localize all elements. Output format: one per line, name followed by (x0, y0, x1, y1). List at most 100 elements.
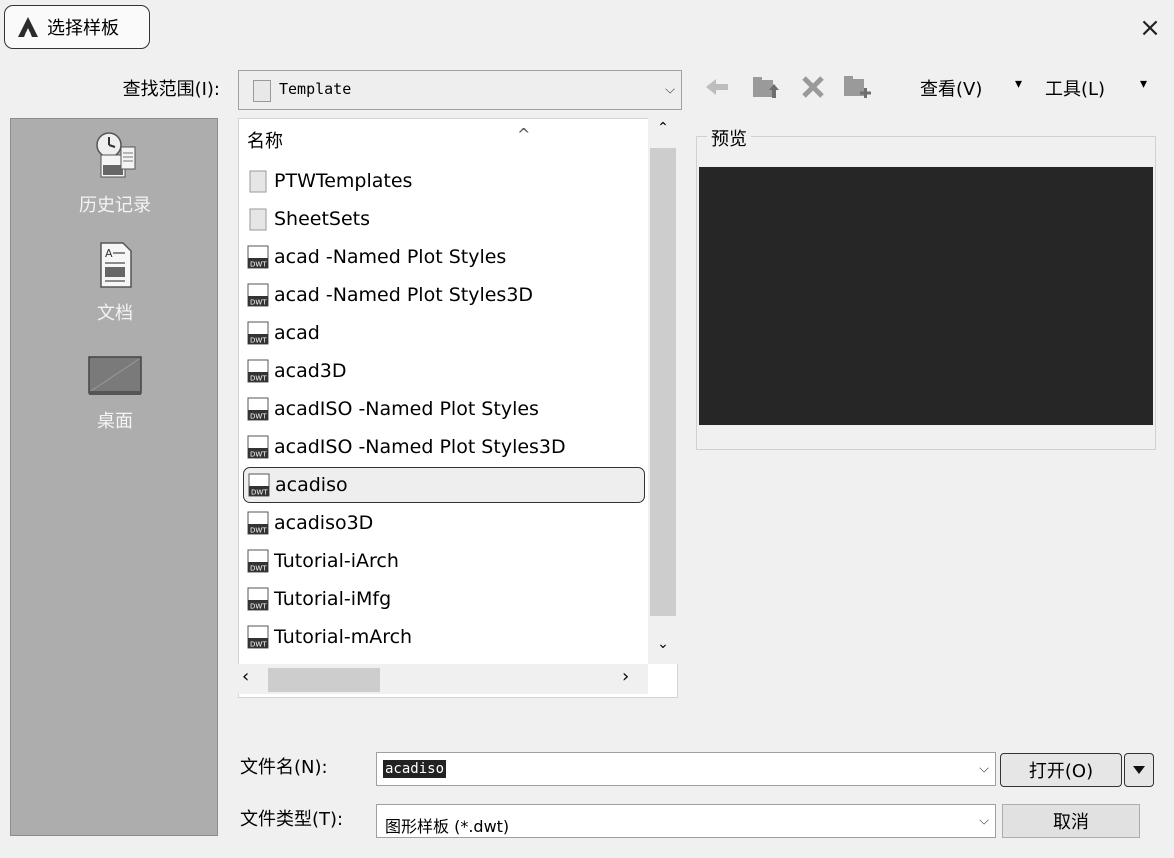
look-in-value: Template (279, 80, 352, 98)
sort-ascending-icon: ^ (517, 125, 531, 144)
preview-label: 预览 (707, 125, 751, 151)
filename-value: acadiso (383, 760, 447, 778)
scroll-right-icon[interactable]: › (622, 666, 646, 687)
place-documents[interactable]: A 文档 (11, 241, 219, 325)
file-name: acadISO -Named Plot Styles3D (274, 436, 566, 458)
filename-input[interactable]: acadiso ⌵ (376, 752, 996, 786)
svg-text:DWT: DWT (250, 413, 267, 421)
scroll-down-icon[interactable]: ⌄ (648, 636, 678, 662)
dwt-file-icon: DWT (247, 397, 269, 421)
list-item[interactable]: SheetSets (247, 201, 643, 237)
file-name: acadiso3D (274, 512, 374, 534)
chevron-down-icon: ⌵ (979, 813, 989, 829)
tools-menu-arrow[interactable]: ▾ (1140, 76, 1147, 92)
open-button[interactable]: 打开(O) (1000, 753, 1122, 787)
file-list[interactable]: 名称 ^ PTWTemplates SheetSets DWT acad -Na… (238, 118, 678, 698)
horizontal-scrollbar[interactable]: ‹ › (238, 664, 648, 694)
svg-text:DWT: DWT (250, 375, 267, 383)
list-item[interactable]: PTWTemplates (247, 163, 643, 199)
preview-image (699, 167, 1153, 425)
view-menu[interactable]: 查看(V) (920, 75, 982, 101)
autocad-logo-icon (18, 17, 38, 37)
folder-icon (253, 80, 271, 102)
file-name: PTWTemplates (274, 170, 413, 192)
dwt-file-icon: DWT (247, 359, 269, 383)
place-label: 桌面 (97, 411, 133, 432)
list-item[interactable]: DWT Tutorial-iMfg (247, 581, 643, 617)
places-bar: 历史记录 A 文档 桌面 (10, 118, 218, 836)
dwt-file-icon: DWT (247, 549, 269, 573)
list-item-selected[interactable]: DWT acadiso (243, 467, 645, 503)
delete-icon[interactable] (796, 70, 830, 104)
tools-menu[interactable]: 工具(L) (1045, 75, 1105, 101)
new-folder-icon[interactable] (840, 70, 874, 104)
file-name: acad -Named Plot Styles (274, 246, 507, 268)
file-name: acadiso (275, 474, 348, 496)
scroll-left-icon[interactable]: ‹ (242, 666, 266, 687)
column-header-name[interactable]: 名称 ^ (247, 125, 530, 153)
svg-text:DWT: DWT (250, 527, 267, 535)
open-dropdown-button[interactable] (1124, 753, 1154, 787)
file-name: Tutorial-mArch (274, 626, 413, 648)
horizontal-scroll-thumb[interactable] (268, 668, 380, 692)
desktop-icon (88, 356, 142, 395)
up-folder-icon[interactable] (748, 70, 782, 104)
look-in-label: 查找范围(I): (122, 79, 220, 100)
filetype-label: 文件类型(T): (240, 809, 344, 830)
dwt-file-icon: DWT (247, 587, 269, 611)
scroll-up-icon[interactable]: ⌃ (648, 120, 678, 146)
vertical-scroll-thumb[interactable] (650, 148, 676, 616)
svg-text:DWT: DWT (250, 299, 267, 307)
title-bar: 选择样板 × (0, 0, 1174, 56)
back-arrow-icon[interactable] (700, 70, 734, 104)
svg-text:DWT: DWT (250, 565, 267, 573)
cancel-button[interactable]: 取消 (1002, 804, 1140, 838)
look-in-combo[interactable]: Template ⌵ (238, 70, 682, 110)
list-item[interactable]: DWT acad -Named Plot Styles (247, 239, 643, 275)
svg-text:DWT: DWT (250, 603, 267, 611)
dwt-file-icon: DWT (247, 625, 269, 649)
dwt-file-icon: DWT (247, 283, 269, 307)
document-icon: A (100, 242, 132, 288)
filetype-select[interactable]: 图形样板 (*.dwt) ⌵ (376, 804, 996, 838)
caret-down-icon (1133, 766, 1145, 774)
file-name: acadISO -Named Plot Styles (274, 398, 539, 420)
list-item[interactable]: DWT Tutorial-iArch (247, 543, 643, 579)
list-item[interactable]: DWT acadiso3D (247, 505, 643, 541)
place-label: 历史记录 (79, 195, 151, 216)
title-box: 选择样板 (4, 5, 150, 49)
list-item[interactable]: DWT acad3D (247, 353, 643, 389)
svg-text:A: A (105, 247, 113, 260)
list-item[interactable]: DWT acadISO -Named Plot Styles3D (247, 429, 643, 465)
svg-text:DWT: DWT (251, 489, 268, 497)
list-item[interactable]: DWT acadISO -Named Plot Styles (247, 391, 643, 427)
dwt-file-icon: DWT (247, 511, 269, 535)
place-desktop[interactable]: 桌面 (11, 355, 219, 433)
file-name: acad3D (274, 360, 347, 382)
view-menu-arrow[interactable]: ▾ (1015, 76, 1022, 92)
svg-text:DWT: DWT (250, 261, 267, 269)
list-item[interactable]: DWT acad (247, 315, 643, 351)
close-button[interactable]: × (1132, 10, 1168, 46)
svg-text:DWT: DWT (250, 337, 267, 345)
list-item[interactable]: DWT acad -Named Plot Styles3D (247, 277, 643, 313)
place-history[interactable]: 历史记录 (11, 129, 219, 217)
svg-text:DWT: DWT (250, 641, 267, 649)
file-name: SheetSets (274, 208, 371, 230)
dwt-file-icon: DWT (247, 245, 269, 269)
file-name: acad (274, 322, 320, 344)
window-title: 选择样板 (47, 18, 119, 39)
history-icon (96, 132, 136, 178)
file-name: Tutorial-iMfg (274, 588, 392, 610)
chevron-down-icon[interactable]: ⌵ (979, 762, 989, 777)
column-header-label: 名称 (247, 131, 283, 152)
dwt-file-icon: DWT (248, 473, 270, 497)
list-item[interactable]: DWT Tutorial-mArch (247, 619, 643, 655)
folder-icon (249, 170, 267, 193)
place-label: 文档 (97, 303, 133, 324)
svg-text:DWT: DWT (250, 451, 267, 459)
filename-label: 文件名(N): (240, 757, 328, 778)
select-template-dialog: 选择样板 × 查找范围(I): Template ⌵ 查看(V) ▾ 工具(L)… (0, 0, 1174, 858)
dwt-file-icon: DWT (247, 321, 269, 345)
vertical-scrollbar[interactable]: ⌃ ⌄ (648, 118, 678, 664)
